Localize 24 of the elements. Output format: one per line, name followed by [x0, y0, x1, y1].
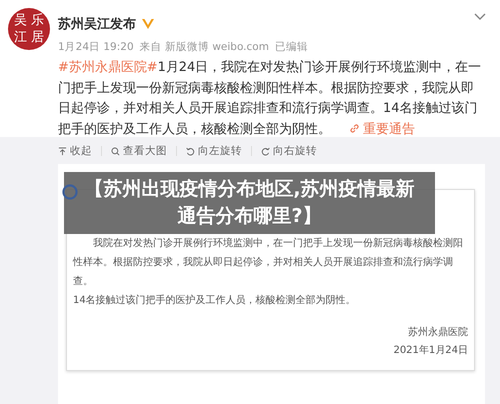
account-name[interactable]: 苏州吴江发布: [58, 15, 136, 33]
hashtag-link[interactable]: #苏州永鼎医院#: [58, 60, 158, 75]
toolbar-button[interactable]: 向左旋转: [186, 144, 242, 158]
notice-paragraph: 我院在对发热门诊开展例行环境监测中，在一门把手上发现一份新冠病毒核酸检测阳性样本。根据防控要求，我院从即日起停诊，并对相关人员开展追踪排查和流行病学调查。: [73, 236, 464, 289]
post-source: 来自 新版微博 weibo.com: [140, 40, 269, 54]
toolbar-button[interactable]: 查看大图: [111, 144, 167, 158]
notice-link[interactable]: 重要通告: [349, 122, 416, 136]
notice-signature: 苏州永鼎医院: [407, 326, 468, 340]
ring-icon: [62, 184, 78, 200]
post-text: #苏州永鼎医院#1月24日，我院在对发热门诊开展例行环境监测中，在一门把手上发现一份新冠病毒核酸检测阳性样本。根据防控要求，我院从即日起停诊，并对相关人员开展追踪排查和流行病学调查。14名接触过该门把手的医护及工作人员，核酸检测全部为阴性。 重要通告: [58, 59, 482, 138]
toolbar-button[interactable]: 收起: [58, 144, 92, 158]
link-icon: [349, 122, 360, 134]
edited-label: 已编辑: [274, 40, 308, 54]
rotate-right-icon: [261, 146, 270, 156]
collapse-icon: [58, 146, 67, 156]
chevron-down-icon[interactable]: [474, 13, 486, 21]
notice-paragraph: 14名接触过该门把手的医护及工作人员，核酸检测全部为阴性。: [73, 294, 357, 308]
rotate-left-icon: [186, 146, 195, 156]
toolbar-button[interactable]: 向右旋转: [261, 144, 317, 158]
notice-date: 2021年1月24日: [392, 344, 468, 358]
search-icon: [111, 146, 120, 156]
post-time: 1月24日 19:20: [58, 40, 134, 54]
avatar-logo[interactable]: 吴 乐 江 居: [8, 8, 50, 50]
banner-title: 【苏州出现疫情分布地区,苏州疫情最新通告分布哪里?】: [83, 177, 416, 229]
